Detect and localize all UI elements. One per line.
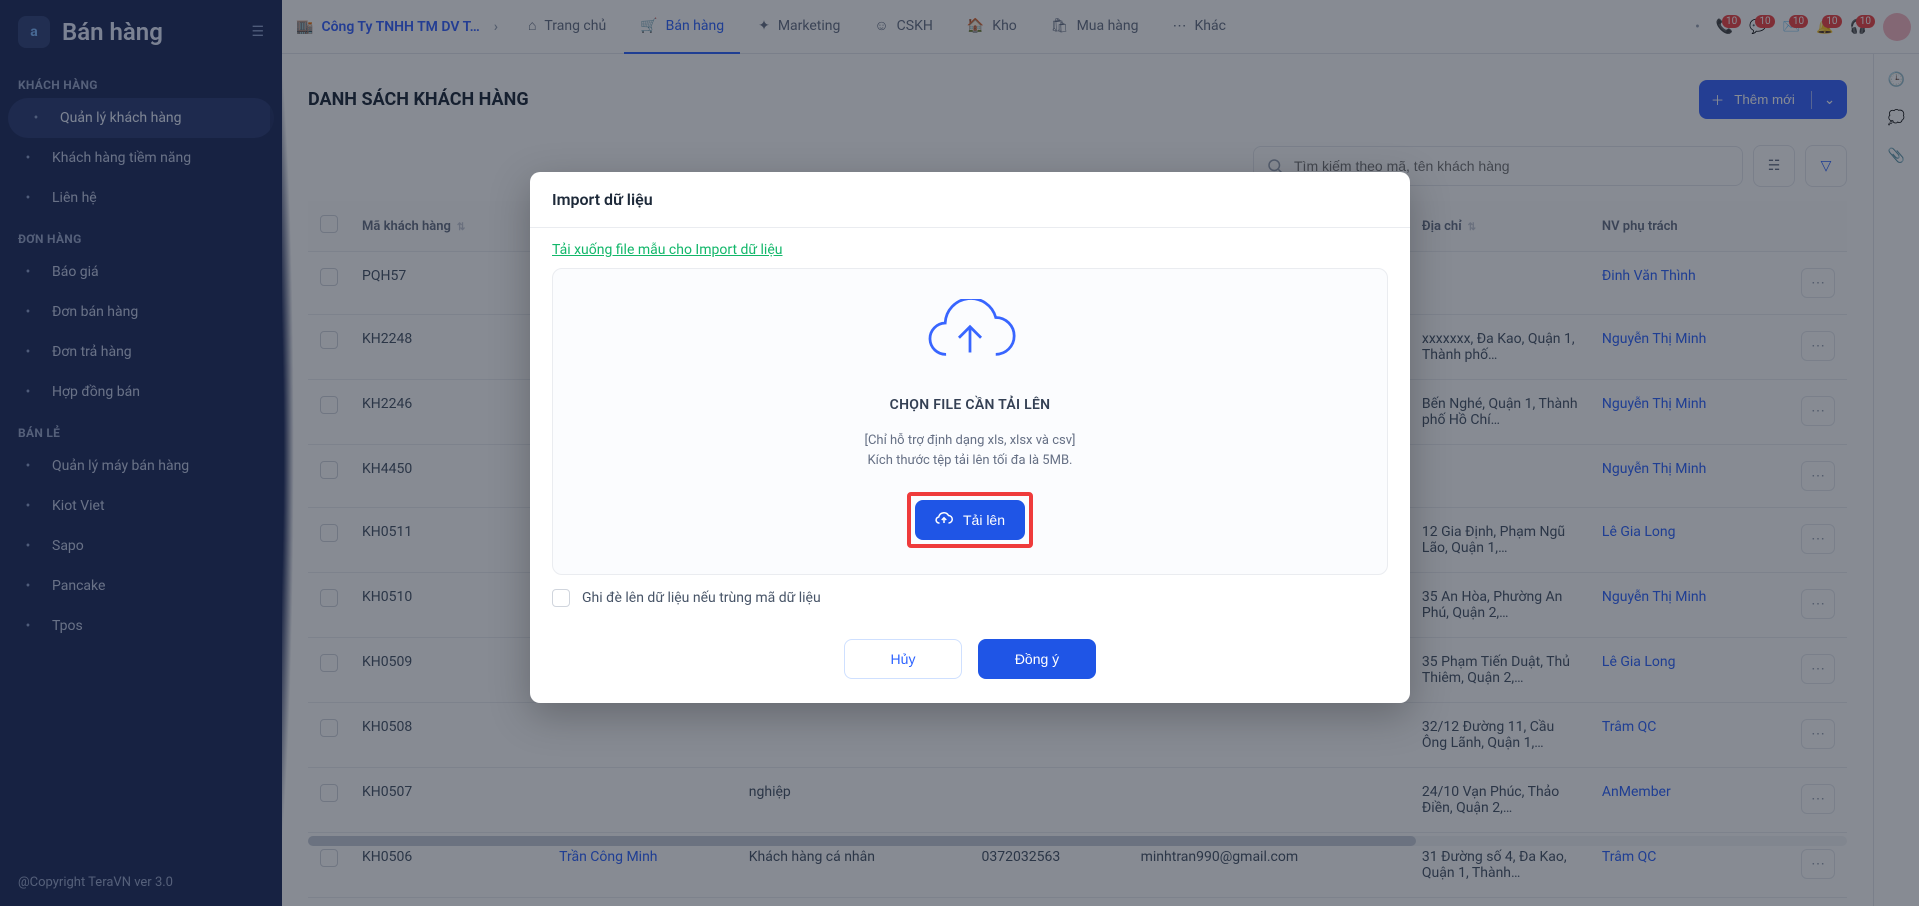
upload-button-highlight: Tải lên bbox=[907, 492, 1033, 548]
overwrite-label: Ghi đè lên dữ liệu nếu trùng mã dữ liệu bbox=[582, 590, 821, 606]
overwrite-checkbox[interactable]: Ghi đè lên dữ liệu nếu trùng mã dữ liệu bbox=[552, 589, 1388, 607]
confirm-button[interactable]: Đồng ý bbox=[978, 639, 1096, 679]
import-modal: Import dữ liệu Tải xuống file mẫu cho Im… bbox=[530, 172, 1410, 703]
upload-dropzone[interactable]: CHỌN FILE CẦN TẢI LÊN [Chỉ hỗ trợ định d… bbox=[552, 268, 1388, 575]
upload-button[interactable]: Tải lên bbox=[915, 500, 1025, 540]
upload-hint: [Chỉ hỗ trợ định dạng xls, xlsx và csv] … bbox=[573, 431, 1367, 470]
checkbox-icon bbox=[552, 589, 570, 607]
upload-title: CHỌN FILE CẦN TẢI LÊN bbox=[573, 397, 1367, 413]
cloud-upload-icon bbox=[924, 299, 1016, 371]
cancel-button[interactable]: Hủy bbox=[844, 639, 962, 679]
modal-title: Import dữ liệu bbox=[530, 172, 1410, 228]
upload-button-label: Tải lên bbox=[963, 512, 1005, 528]
download-template-link[interactable]: Tải xuống file mẫu cho Import dữ liệu bbox=[552, 242, 782, 258]
cloud-up-icon bbox=[935, 512, 953, 528]
